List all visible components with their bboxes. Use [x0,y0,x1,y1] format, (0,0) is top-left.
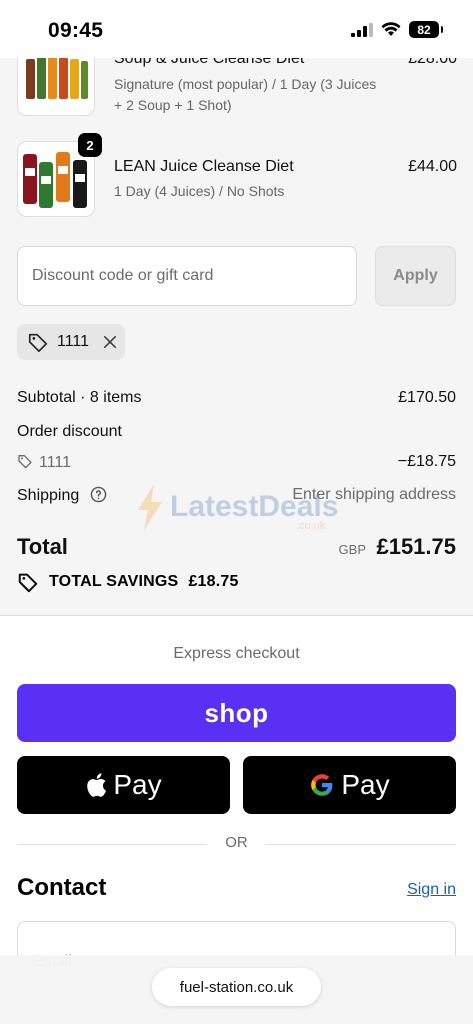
apple-icon [87,773,107,797]
savings-tag-icon [18,573,38,593]
apple-pay-button[interactable]: Pay [17,756,230,814]
browser-url-bar[interactable]: fuel-station.co.uk [152,968,321,1006]
express-checkout-title: Express checkout [173,645,300,662]
apple-pay-label: Pay [113,769,162,800]
apply-discount-button[interactable]: Apply [375,246,456,306]
shipping-label: Shipping [17,487,80,504]
discount-value: −£18.75 [397,453,456,470]
order-discount-row: Order discount [17,423,456,441]
divider-line [266,844,456,845]
watermark-text: LatestDeals [170,490,339,523]
savings-label: TOTAL SAVINGS [49,573,179,590]
close-icon[interactable] [101,333,119,351]
tag-icon [28,333,48,352]
item-price: £44.00 [408,158,457,175]
cart-item: 2 LEAN Juice Cleanse Diet 1 Day (4 Juice… [17,133,457,221]
status-icons: 82 [351,21,443,38]
or-label: OR [225,834,248,851]
or-divider: OR [17,834,456,854]
status-time: 09:45 [48,19,104,42]
total-value: £151.75 [376,534,456,559]
battery-icon: 82 [409,21,443,38]
google-pay-label: Pay [341,769,390,800]
item-name: LEAN Juice Cleanse Diet [114,158,294,175]
shop-pay-button[interactable]: shop [17,684,456,742]
wifi-icon [381,22,401,36]
status-bar: 09:45 82 [0,0,473,58]
contact-title: Contact [17,874,107,901]
google-pay-button[interactable]: Pay [243,756,456,814]
tag-icon [18,455,32,469]
total-label: Total [17,534,68,559]
item-description: 1 Day (4 Juices) / No Shots [114,183,285,199]
discount-code-label: 1111 [39,454,72,471]
lightning-icon [138,484,162,530]
discount-code-input[interactable] [17,246,357,306]
sign-in-link[interactable]: Sign in [407,881,456,899]
order-summary: 2 Soup & Juice Cleanse Diet Signature (m… [0,0,473,616]
watermark-subtext: .co.uk [296,520,326,532]
subtotal-row: Subtotal · 8 items £170.50 [17,389,456,407]
savings-value: £18.75 [188,573,239,590]
signal-icon [351,22,373,37]
total-savings: TOTAL SAVINGS £18.75 [17,571,239,593]
subtotal-label: Subtotal · 8 items [17,389,142,406]
subtotal-value: £170.50 [398,389,456,406]
item-description: Signature (most popular) / 1 Day (3 Juic… [114,76,377,113]
applied-code-chip: 1111 [17,324,125,360]
google-icon [311,774,333,796]
product-image: 2 [17,133,102,217]
total-currency: GBP [338,542,367,557]
quantity-badge: 2 [78,133,102,157]
total-row: Total GBP £151.75 [17,534,456,564]
applied-code-text: 1111 [57,333,90,350]
help-icon[interactable] [90,486,107,503]
order-discount-label: Order discount [17,423,122,440]
watermark-logo: LatestDeals .co.uk [136,484,339,532]
discount-code-row: 1111 −£18.75 [17,453,456,472]
